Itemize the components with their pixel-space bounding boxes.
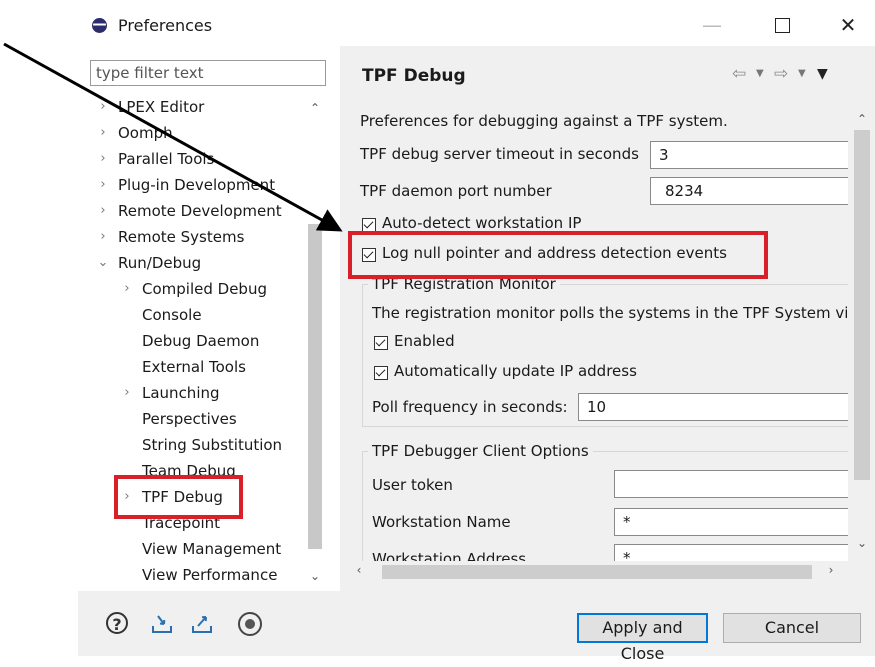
scroll-up-icon[interactable]: ⌃ xyxy=(306,101,324,115)
eclipse-app-icon xyxy=(92,18,107,33)
import-icon[interactable] xyxy=(150,612,174,636)
content-scroll-thumb[interactable] xyxy=(854,130,870,480)
scroll-left-icon[interactable]: ‹ xyxy=(350,563,368,577)
auto-update-ip-checkbox[interactable] xyxy=(374,366,388,380)
tree-item-label: Perspectives xyxy=(142,410,237,428)
export-icon[interactable] xyxy=(190,612,214,636)
tree-item-label: Compiled Debug xyxy=(142,280,267,298)
registration-description: The registration monitor polls the syste… xyxy=(372,304,848,322)
user-token-input[interactable] xyxy=(614,470,848,498)
poll-frequency-label: Poll frequency in seconds: xyxy=(372,398,568,416)
scroll-down-icon[interactable]: ⌄ xyxy=(306,569,324,583)
back-arrow-icon[interactable]: ⇦ xyxy=(732,64,746,84)
tree-item-label: Run/Debug xyxy=(118,254,202,272)
chevron-right-icon[interactable]: › xyxy=(96,172,110,198)
timeout-input[interactable]: 3 xyxy=(650,141,848,169)
tree-item-label: Console xyxy=(142,306,202,324)
apply-and-close-button[interactable]: Apply and Close xyxy=(577,613,708,663)
chevron-right-icon[interactable]: › xyxy=(120,276,134,302)
content-scroll-up-icon[interactable]: ⌃ xyxy=(853,112,871,126)
chevron-right-icon[interactable]: › xyxy=(96,120,110,146)
chevron-down-icon[interactable]: ⌄ xyxy=(96,250,110,276)
chevron-right-icon[interactable]: › xyxy=(96,146,110,172)
port-input[interactable]: 8234 xyxy=(650,177,848,205)
tree-item-label: Parallel Tools xyxy=(118,150,215,168)
auto-detect-checkbox[interactable] xyxy=(362,218,376,232)
cancel-button[interactable]: Cancel xyxy=(723,613,861,643)
scroll-right-icon[interactable]: › xyxy=(822,563,840,577)
forward-arrow-icon[interactable]: ⇨ xyxy=(774,64,788,84)
forward-dropdown-icon[interactable]: ▼ xyxy=(798,68,806,79)
annotation-highlight-log-null xyxy=(348,231,768,279)
tree-item-label: LPEX Editor xyxy=(118,98,205,116)
page-header: TPF Debug ⇦ ▼ ⇨ ▼ ▼ xyxy=(342,46,875,98)
tpf-debug-preferences: Preferences for debugging against a TPF … xyxy=(342,98,848,561)
maximize-icon xyxy=(774,17,790,33)
user-token-label: User token xyxy=(372,476,453,494)
workstation-address-input[interactable]: * xyxy=(614,544,848,561)
tree-item-label: View Management xyxy=(142,540,282,558)
content-scroll-down-icon[interactable]: ⌄ xyxy=(853,536,871,550)
title-bar[interactable]: Preferences — ✕ xyxy=(78,0,875,46)
window-title: Preferences xyxy=(118,16,213,35)
chevron-right-icon[interactable]: › xyxy=(96,94,110,120)
back-dropdown-icon[interactable]: ▼ xyxy=(756,68,764,79)
content-hscroll-thumb[interactable] xyxy=(382,565,812,579)
workstation-name-label: Workstation Name xyxy=(372,513,511,531)
preferences-window: Preferences — ✕ › LPEX Editor › Oomph › Paral… xyxy=(78,0,875,663)
page-description: Preferences for debugging against a TPF … xyxy=(360,112,728,130)
poll-frequency-input[interactable]: 10 xyxy=(578,393,848,421)
client-options-title: TPF Debugger Client Options xyxy=(368,442,593,460)
filter-input[interactable] xyxy=(90,60,326,86)
preferences-tree: › LPEX Editor › Oomph › Parallel Tools › Plug-i… xyxy=(78,94,308,594)
tree-item-label: Remote Development xyxy=(118,202,282,220)
enabled-label: Enabled xyxy=(394,332,455,350)
chevron-right-icon[interactable]: › xyxy=(96,198,110,224)
workstation-name-input[interactable]: * xyxy=(614,508,848,536)
close-button[interactable]: ✕ xyxy=(825,10,871,40)
auto-detect-label: Auto-detect workstation IP xyxy=(382,214,582,232)
tree-item-label: Oomph xyxy=(118,124,173,142)
maximize-button[interactable] xyxy=(759,10,805,40)
minimize-button[interactable]: — xyxy=(689,10,735,40)
tree-item-label: Plug-in Development xyxy=(118,176,276,194)
tree-item-label: External Tools xyxy=(142,358,246,376)
annotation-highlight-tpf-debug xyxy=(114,475,243,519)
nav-scroll-thumb[interactable] xyxy=(308,224,322,549)
workstation-address-label: Workstation Address xyxy=(372,550,527,561)
tree-item-label: Launching xyxy=(142,384,220,402)
timeout-label: TPF debug server timeout in seconds xyxy=(360,145,639,163)
tree-item-label: String Substitution xyxy=(142,436,283,454)
tree-item-label: Remote Systems xyxy=(118,228,245,246)
port-label: TPF daemon port number xyxy=(360,182,552,200)
view-menu-icon[interactable]: ▼ xyxy=(817,66,828,82)
help-icon[interactable]: ? xyxy=(106,612,128,634)
content-horizontal-scrollbar[interactable]: ‹ › xyxy=(342,561,875,583)
tree-item-label: Debug Daemon xyxy=(142,332,260,350)
record-icon[interactable] xyxy=(238,612,262,636)
content-vertical-scrollbar[interactable]: ⌃ ⌄ xyxy=(848,98,875,561)
page-title: TPF Debug xyxy=(362,66,466,86)
nav-vertical-scrollbar[interactable]: ⌃ ⌄ xyxy=(306,99,324,589)
enabled-checkbox[interactable] xyxy=(374,336,388,350)
chevron-right-icon[interactable]: › xyxy=(120,380,134,406)
button-bar: ? Apply and Close Cancel xyxy=(78,591,875,663)
auto-update-ip-label: Automatically update IP address xyxy=(394,362,637,380)
chevron-right-icon[interactable]: › xyxy=(96,224,110,250)
tree-item-label: View Performance xyxy=(142,566,278,584)
